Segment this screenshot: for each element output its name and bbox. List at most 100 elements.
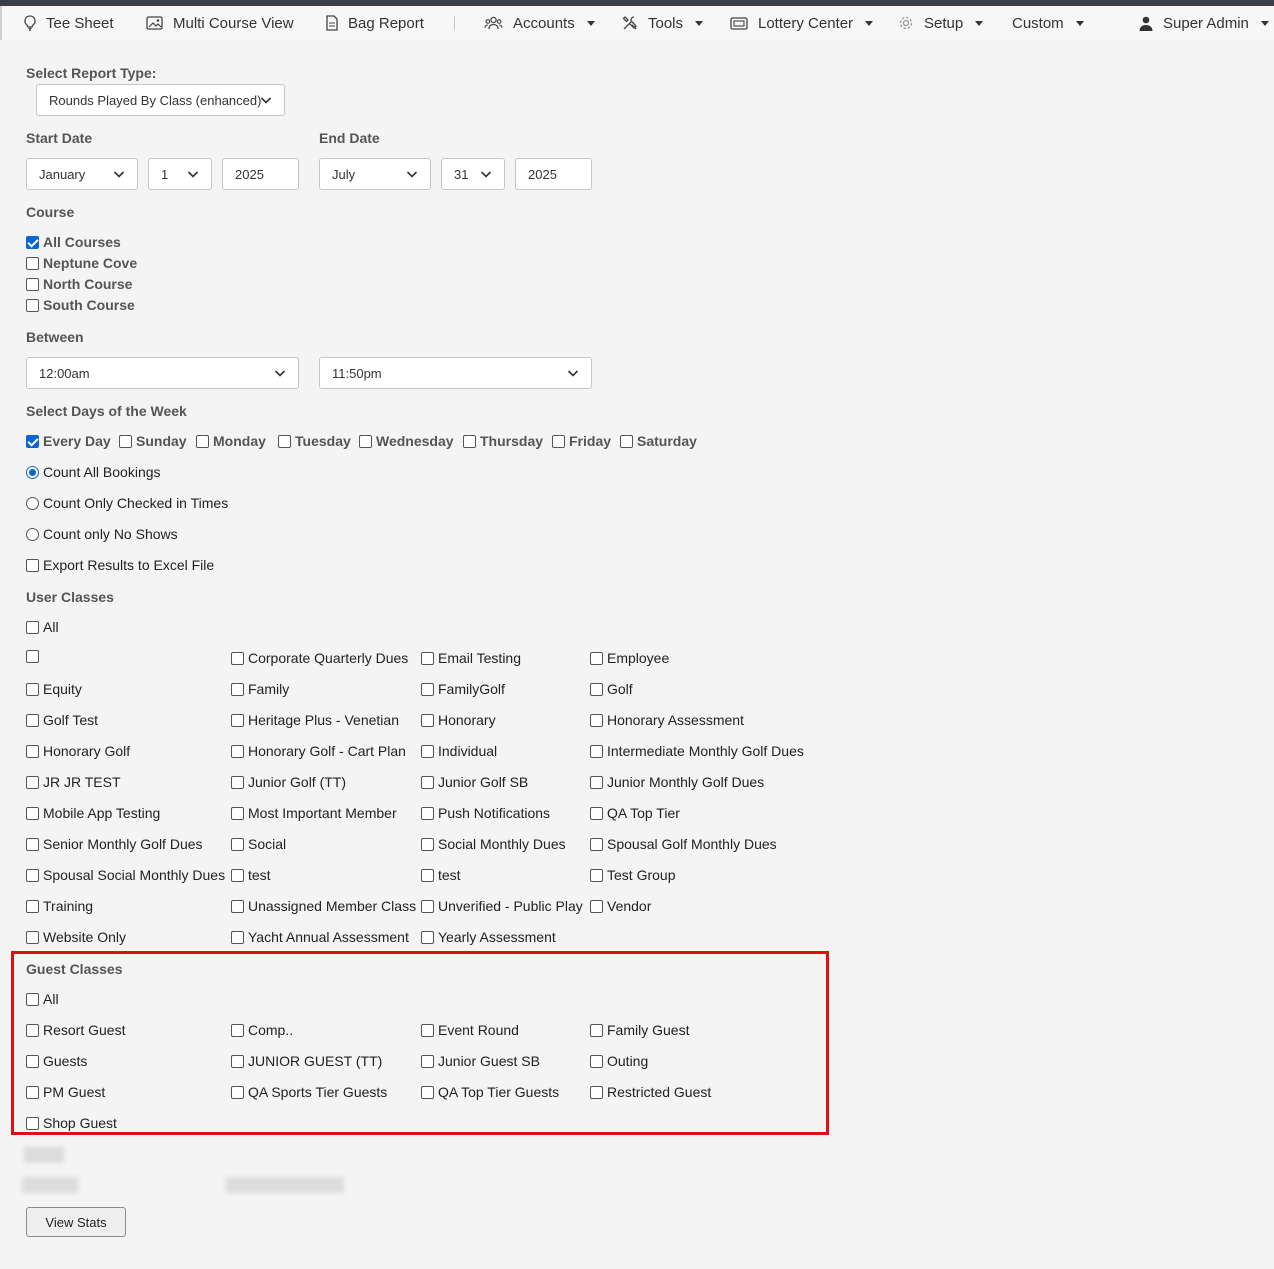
checkbox[interactable]	[26, 868, 39, 882]
checkbox[interactable]	[26, 650, 39, 663]
course-option-all-courses[interactable]: All Courses	[26, 234, 121, 250]
between-to-select[interactable]: 11:50pm	[319, 357, 592, 389]
start-day-select[interactable]: 1	[148, 158, 212, 190]
checkbox[interactable]	[552, 434, 565, 448]
day-option-wednesday[interactable]: Wednesday	[359, 433, 454, 449]
guest-class-item[interactable]: JUNIOR GUEST (TT)	[231, 1053, 382, 1069]
checkbox[interactable]	[590, 1023, 603, 1037]
user-class-item[interactable]: JR JR TEST	[26, 774, 121, 790]
day-option-tuesday[interactable]: Tuesday	[278, 433, 351, 449]
user-class-item[interactable]: Senior Monthly Golf Dues	[26, 836, 203, 852]
nav-user-menu[interactable]: Super Admin	[1139, 6, 1269, 40]
checkbox[interactable]	[26, 434, 39, 448]
checkbox[interactable]	[26, 930, 39, 944]
checkbox[interactable]	[421, 744, 434, 758]
nav-custom[interactable]: Custom	[1012, 6, 1084, 40]
user-class-item[interactable]: Spousal Golf Monthly Dues	[590, 836, 777, 852]
user-class-item[interactable]	[26, 650, 43, 663]
user-class-item[interactable]: Heritage Plus - Venetian	[231, 712, 399, 728]
checkbox[interactable]	[26, 298, 39, 312]
nav-tools[interactable]: Tools	[622, 6, 704, 40]
guest-class-item[interactable]: Family Guest	[590, 1022, 689, 1038]
day-option-monday[interactable]: Monday	[196, 433, 266, 449]
guest-class-item[interactable]: Restricted Guest	[590, 1084, 711, 1100]
user-class-item[interactable]: Honorary Golf	[26, 743, 130, 759]
checkbox[interactable]	[590, 713, 603, 727]
checkbox[interactable]	[26, 713, 39, 727]
checkbox[interactable]	[26, 620, 39, 634]
radio[interactable]	[26, 465, 39, 479]
checkbox[interactable]	[590, 806, 603, 820]
user-class-item[interactable]: Intermediate Monthly Golf Dues	[590, 743, 804, 759]
day-option-sunday[interactable]: Sunday	[119, 433, 187, 449]
guest-class-item[interactable]: QA Top Tier Guests	[421, 1084, 559, 1100]
user-class-item[interactable]: Family	[231, 681, 289, 697]
checkbox[interactable]	[231, 837, 244, 851]
checkbox[interactable]	[590, 1054, 603, 1068]
checkbox[interactable]	[421, 651, 434, 665]
user-class-item[interactable]: Honorary Assessment	[590, 712, 744, 728]
export-excel-checkbox[interactable]: Export Results to Excel File	[26, 557, 214, 573]
checkbox[interactable]	[26, 1116, 39, 1130]
checkbox[interactable]	[421, 682, 434, 696]
checkbox[interactable]	[231, 1023, 244, 1037]
checkbox[interactable]	[196, 434, 209, 448]
checkbox[interactable]	[26, 992, 39, 1006]
user-class-item[interactable]: Unverified - Public Play	[421, 898, 583, 914]
nav-accounts[interactable]: Accounts	[484, 6, 595, 40]
user-class-item[interactable]: Golf	[590, 681, 633, 697]
day-option-friday[interactable]: Friday	[552, 433, 611, 449]
guest-class-item[interactable]: Guests	[26, 1053, 87, 1069]
checkbox[interactable]	[421, 806, 434, 820]
user-class-item[interactable]: Honorary Golf - Cart Plan	[231, 743, 406, 759]
day-option-every-day[interactable]: Every Day	[26, 433, 111, 449]
user-class-item[interactable]: Yearly Assessment	[421, 929, 556, 945]
course-option-north-course[interactable]: North Course	[26, 276, 132, 292]
guest-class-item[interactable]: Outing	[590, 1053, 648, 1069]
user-class-item[interactable]: Vendor	[590, 898, 651, 914]
checkbox[interactable]	[590, 775, 603, 789]
user-class-item[interactable]: Spousal Social Monthly Dues	[26, 867, 225, 883]
checkbox[interactable]	[26, 256, 39, 270]
checkbox[interactable]	[231, 806, 244, 820]
checkbox[interactable]	[359, 434, 372, 448]
report-type-select[interactable]: Rounds Played By Class (enhanced)	[36, 84, 285, 116]
checkbox[interactable]	[231, 899, 244, 913]
user-class-item[interactable]: Website Only	[26, 929, 126, 945]
checkbox[interactable]	[231, 775, 244, 789]
user-class-item[interactable]: Social	[231, 836, 286, 852]
checkbox[interactable]	[26, 235, 39, 249]
end-year-input[interactable]: 2025	[515, 158, 592, 190]
user-class-item[interactable]: Training	[26, 898, 93, 914]
checkbox[interactable]	[590, 651, 603, 665]
day-option-thursday[interactable]: Thursday	[463, 433, 543, 449]
radio[interactable]	[26, 527, 39, 541]
nav-bag-report[interactable]: Bag Report	[326, 6, 424, 40]
user-class-all[interactable]: All	[26, 619, 59, 635]
checkbox[interactable]	[590, 1085, 603, 1099]
checkbox[interactable]	[26, 558, 39, 572]
checkbox[interactable]	[231, 1085, 244, 1099]
checkbox[interactable]	[421, 775, 434, 789]
count-no-shows-radio[interactable]: Count only No Shows	[26, 526, 178, 542]
guest-class-item[interactable]: Shop Guest	[26, 1115, 117, 1131]
between-from-select[interactable]: 12:00am	[26, 357, 299, 389]
checkbox[interactable]	[421, 1023, 434, 1037]
checkbox[interactable]	[590, 744, 603, 758]
checkbox[interactable]	[26, 744, 39, 758]
nav-lottery-center[interactable]: Lottery Center	[730, 6, 874, 40]
checkbox[interactable]	[26, 806, 39, 820]
user-class-item[interactable]: test	[231, 867, 271, 883]
checkbox[interactable]	[590, 868, 603, 882]
nav-setup[interactable]: Setup	[898, 6, 984, 40]
checkbox[interactable]	[26, 837, 39, 851]
count-all-bookings-radio[interactable]: Count All Bookings	[26, 464, 161, 480]
guest-class-item[interactable]: Junior Guest SB	[421, 1053, 540, 1069]
user-class-item[interactable]: Push Notifications	[421, 805, 550, 821]
view-stats-button[interactable]: View Stats	[26, 1207, 126, 1237]
user-class-item[interactable]: Employee	[590, 650, 669, 666]
checkbox[interactable]	[421, 713, 434, 727]
guest-class-item[interactable]: QA Sports Tier Guests	[231, 1084, 387, 1100]
radio[interactable]	[26, 496, 39, 510]
user-class-item[interactable]: Mobile App Testing	[26, 805, 160, 821]
